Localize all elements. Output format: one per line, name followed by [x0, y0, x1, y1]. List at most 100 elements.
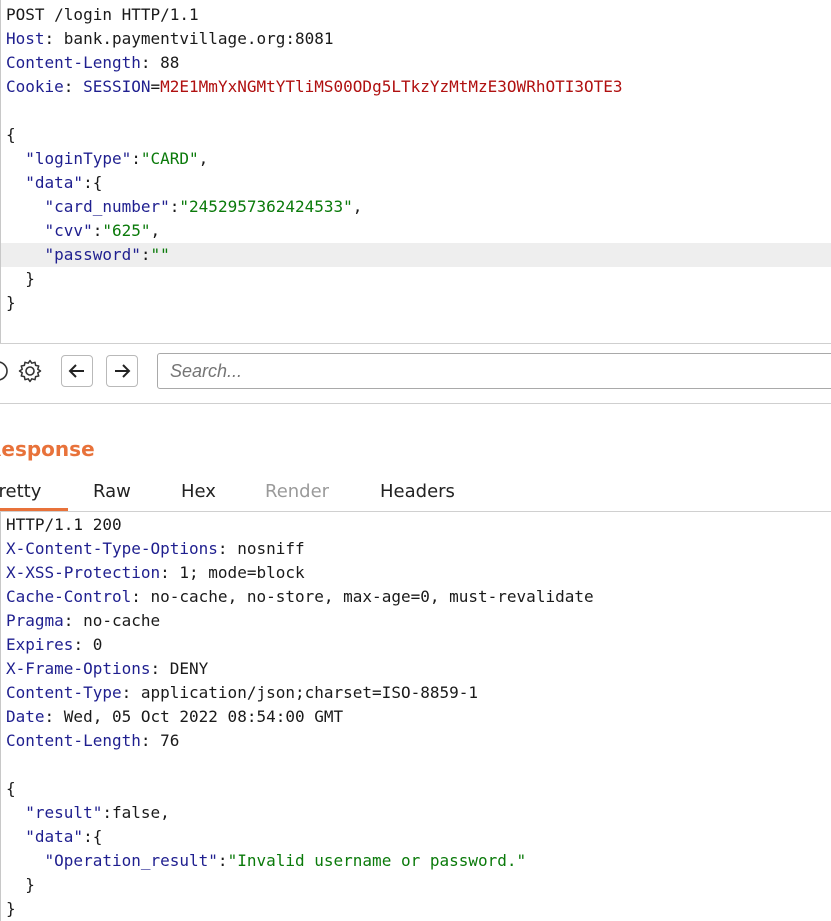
request-code-token	[6, 245, 45, 264]
response-title: Response	[0, 437, 95, 461]
request-code-line: "password":""	[6, 243, 170, 267]
arrow-right-icon	[115, 364, 131, 378]
request-code-token: M2E1MmYxNGMtYTliMS00ODg5LTkzYzMtMzE3OWRh…	[160, 77, 623, 96]
response-code-token: : nosniff	[217, 539, 305, 558]
request-code-line: "card_number":"2452957362424533",	[6, 195, 363, 219]
tab-raw[interactable]: Raw	[93, 474, 131, 512]
request-code-line: }	[6, 267, 35, 291]
request-code-token	[6, 149, 25, 168]
request-code-token: Host	[6, 29, 45, 48]
tab-render[interactable]: Render	[265, 474, 329, 512]
response-code-token: X-XSS-Protection	[6, 563, 161, 582]
request-code-token: Cookie	[6, 77, 64, 96]
response-code-token: : DENY	[150, 659, 209, 678]
request-code-line: "loginType":"CARD",	[6, 147, 208, 171]
help-button[interactable]	[0, 355, 14, 387]
request-code-token: }	[6, 269, 35, 288]
request-code-token: {	[6, 125, 16, 144]
response-code-line: Content-Type: application/json;charset=I…	[6, 681, 478, 705]
response-code-token: "result"	[25, 803, 103, 822]
request-code-token: "625"	[102, 221, 151, 240]
request-code-token: : 88	[140, 53, 180, 72]
request-code-token: :	[92, 221, 103, 240]
response-code-token: }	[6, 899, 16, 918]
search-input[interactable]	[157, 353, 831, 389]
request-code-token: SESSION	[83, 77, 151, 96]
request-code-token: "card_number"	[44, 197, 170, 216]
response-code-token: : no-cache, no-store, max-age=0, must-re…	[131, 587, 594, 606]
tab-hex[interactable]: Hex	[181, 474, 216, 512]
request-code-token: :	[140, 245, 151, 264]
request-code-line: "data":{	[6, 171, 102, 195]
response-code-line: X-Content-Type-Options: nosniff	[6, 537, 305, 561]
arrow-left-icon	[68, 364, 84, 378]
response-code-token: HTTP/1.1 200	[6, 515, 122, 534]
response-code-line: Expires: 0	[6, 633, 102, 657]
response-code-token	[6, 827, 25, 846]
help-icon	[0, 361, 8, 381]
response-code-token: : application/json;charset=ISO-8859-1	[121, 683, 479, 702]
response-code-token	[6, 851, 45, 870]
request-code-token: Content-Length	[6, 53, 141, 72]
request-code-token: :{	[83, 173, 103, 192]
forward-button[interactable]	[106, 355, 138, 387]
response-code-line: Cache-Control: no-cache, no-store, max-a…	[6, 585, 594, 609]
response-code-line: "result":false,	[6, 801, 170, 825]
response-code-token: : Wed, 05 Oct 2022 08:54:00 GMT	[44, 707, 344, 726]
gear-icon	[18, 359, 42, 383]
request-code-token: "CARD"	[140, 149, 199, 168]
response-code-line: HTTP/1.1 200	[6, 513, 122, 537]
response-code-line: }	[6, 897, 16, 921]
response-code-token: X-Content-Type-Options	[6, 539, 218, 558]
request-code-token: ,	[198, 149, 209, 168]
request-code-token: ""	[150, 245, 170, 264]
response-code-token: Date	[6, 707, 45, 726]
response-code-line: "Operation_result":"Invalid username or …	[6, 849, 527, 873]
response-code-token: "Operation_result"	[44, 851, 218, 870]
response-code-line: Date: Wed, 05 Oct 2022 08:54:00 GMT	[6, 705, 343, 729]
request-code-token: POST /login HTTP/1.1	[6, 5, 199, 24]
request-code-token: "password"	[44, 245, 141, 264]
response-code-token: : 1; mode=block	[160, 563, 305, 582]
response-code-token: "Invalid username or password."	[227, 851, 527, 870]
response-code-token: : no-cache	[63, 611, 161, 630]
request-code-token	[6, 173, 25, 192]
search-toolbar	[0, 343, 831, 403]
request-code-token: :	[131, 149, 141, 168]
response-code-token: :	[217, 851, 228, 870]
request-code-line: "cvv":"625",	[6, 219, 161, 243]
response-tabs: Pretty Raw Hex Render Headers	[0, 474, 831, 512]
request-code-token: ,	[352, 197, 363, 216]
request-code-token: "cvv"	[44, 221, 93, 240]
back-button[interactable]	[61, 355, 93, 387]
request-editor[interactable]: POST /login HTTP/1.1 Host: bank.paymentvi…	[0, 0, 831, 343]
request-code-token: =	[150, 77, 161, 96]
request-code-line: POST /login HTTP/1.1	[6, 3, 199, 27]
response-code-line: X-XSS-Protection: 1; mode=block	[6, 561, 305, 585]
response-code-line: Content-Length: 76	[6, 729, 179, 753]
request-code-token: :	[63, 77, 84, 96]
request-code-token: : bank.paymentvillage.org:8081	[44, 29, 334, 48]
request-code-token: :	[169, 197, 180, 216]
request-code-token: }	[6, 293, 16, 312]
response-code-token: :false,	[102, 803, 170, 822]
response-code-token: :{	[83, 827, 103, 846]
tab-pretty[interactable]: Pretty	[0, 474, 41, 512]
response-code-token: "data"	[25, 827, 84, 846]
response-code-line: "data":{	[6, 825, 102, 849]
request-code-line: }	[6, 291, 16, 315]
response-editor[interactable]: HTTP/1.1 200 X-Content-Type-Options: nosn…	[0, 512, 831, 921]
tab-headers[interactable]: Headers	[380, 474, 455, 512]
response-code-token: : 0	[73, 635, 103, 654]
settings-button[interactable]	[14, 355, 46, 387]
response-code-token: Pragma	[6, 611, 64, 630]
request-code-line: Cookie: SESSION=M2E1MmYxNGMtYTliMS00ODg5…	[6, 75, 623, 99]
response-code-token: : 76	[140, 731, 180, 750]
response-code-token: {	[6, 779, 16, 798]
request-code-token: ,	[150, 221, 161, 240]
response-code-line: X-Frame-Options: DENY	[6, 657, 208, 681]
response-code-line: Pragma: no-cache	[6, 609, 160, 633]
request-code-line: Host: bank.paymentvillage.org:8081	[6, 27, 334, 51]
request-code-token: "loginType"	[25, 149, 132, 168]
response-code-token: }	[6, 875, 35, 894]
